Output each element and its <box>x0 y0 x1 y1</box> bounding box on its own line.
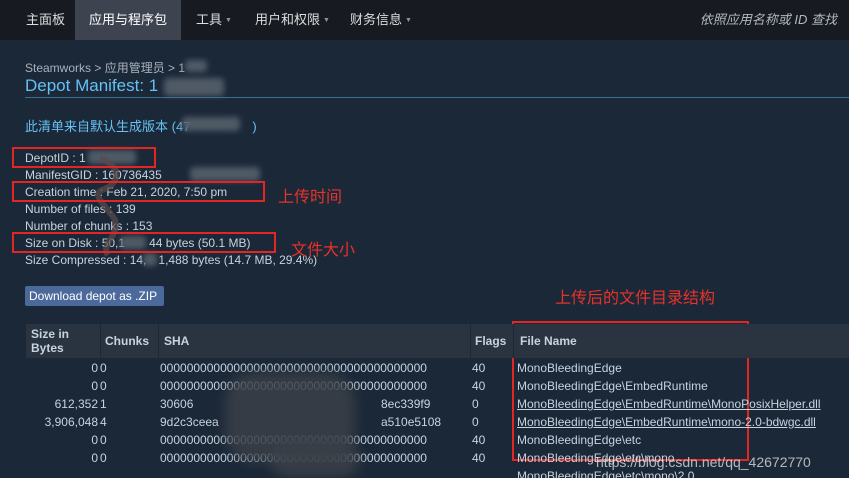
header-chunks[interactable]: Chunks <box>105 334 149 348</box>
cell-size: 612,352 <box>54 397 98 411</box>
header-size[interactable]: Size in Bytes <box>31 327 93 355</box>
size-compressed: Size Compressed : 14, 1,488 bytes (14.7 M… <box>25 253 317 267</box>
nav-tools[interactable]: 工具 ▼ <box>182 0 246 40</box>
annotation-box-depot-id <box>12 147 156 168</box>
cell-flags: 40 <box>472 433 486 447</box>
cell-flags: 40 <box>472 451 486 465</box>
search-placeholder: 依照应用名称或 ID 查找 <box>699 12 837 27</box>
cell-flags: 0 <box>472 397 479 411</box>
build-version-close: ) <box>252 119 257 134</box>
cell-chunks: 0 <box>100 433 107 447</box>
chevron-down-icon: ▼ <box>225 16 232 24</box>
chevron-down-icon: ▼ <box>323 16 330 24</box>
header-flags[interactable]: Flags <box>475 334 506 348</box>
nav-tools-label: 工具 <box>196 12 223 27</box>
redaction <box>190 167 260 181</box>
nav-users-permissions-label: 用户和权限 <box>255 12 321 27</box>
annotation-upload-time: 上传时间 <box>278 189 343 206</box>
cell-flags: 0 <box>472 415 479 429</box>
column-divider <box>513 324 514 358</box>
top-nav: 主面板 应用与程序包 工具 ▼ 用户和权限 ▼ 财务信息 ▼ 依照应用名称或 ID 查… <box>0 0 849 40</box>
redaction-smudge <box>270 440 360 478</box>
cell-file-name: MonoBleedingEdge\etc <box>517 433 642 447</box>
nav-apps-packages[interactable]: 应用与程序包 <box>75 0 182 40</box>
download-zip-button[interactable]: Download depot as .ZIP <box>25 286 164 306</box>
cell-size: 0 <box>91 451 98 465</box>
search-input[interactable]: 依照应用名称或 ID 查找 <box>700 0 837 40</box>
watermark: https://blog.csdn.net/qq_42672770 <box>596 454 811 470</box>
cell-chunks: 1 <box>100 397 107 411</box>
build-version-text: 此清单来自默认生成版本 (47 <box>25 119 191 134</box>
cell-size: 0 <box>91 379 98 393</box>
cell-chunks: 0 <box>100 451 107 465</box>
cell-flags: 40 <box>472 361 486 375</box>
table-row: 3,906,048 4 9d2c3ceea a510e5108 0 MonoBl… <box>26 413 849 431</box>
cell-size: 0 <box>91 433 98 447</box>
file-link[interactable]: MonoBleedingEdge\EmbedRuntime\MonoPosixH… <box>517 395 849 413</box>
file-link[interactable]: MonoBleedingEdge\EmbedRuntime\mono-2.0-b… <box>517 413 849 431</box>
annotation-box-size-on-disk <box>12 232 276 253</box>
table-row: 0 0 000000000000000000000000000000000000… <box>26 431 849 449</box>
table-header <box>26 324 849 358</box>
redaction <box>182 117 240 131</box>
cell-sha-tail: a510e5108 <box>381 415 442 429</box>
cell-file-name: MonoBleedingEdge\EmbedRuntime <box>517 379 708 393</box>
nav-apps-packages-label: 应用与程序包 <box>89 12 168 27</box>
nav-finance-label: 财务信息 <box>350 12 403 27</box>
nav-users-permissions[interactable]: 用户和权限 ▼ <box>241 0 344 40</box>
breadcrumb[interactable]: Steamworks > 应用管理员 > 1 <box>25 59 185 76</box>
table-row: 612,352 1 30606 8ec339f9 0 MonoBleedingE… <box>26 395 849 413</box>
table-row: 0 0 000000000000000000000000000000000000… <box>26 359 849 377</box>
cell-file-name: MonoBleedingEdge <box>517 361 622 375</box>
cell-chunks: 0 <box>100 379 107 393</box>
header-file-name[interactable]: File Name <box>520 334 577 348</box>
annotation-dir-structure: 上传后的文件目录结构 <box>555 290 716 307</box>
cell-size: 0 <box>91 361 98 375</box>
annotation-box-creation-time <box>12 181 265 202</box>
cell-chunks: 4 <box>100 415 107 429</box>
header-sha[interactable]: SHA <box>164 334 189 348</box>
chevron-down-icon: ▼ <box>405 16 412 24</box>
table-row: 0 0 000000000000000000000000000000000000… <box>26 377 849 395</box>
page-title: Depot Manifest: 1 <box>25 76 159 95</box>
redaction <box>185 60 207 72</box>
annotation-file-size: 文件大小 <box>291 242 356 259</box>
cell-size: 3,906,048 <box>44 415 98 429</box>
nav-dashboard[interactable]: 主面板 <box>12 0 79 40</box>
nav-dashboard-label: 主面板 <box>26 12 66 27</box>
nav-finance[interactable]: 财务信息 ▼ <box>336 0 426 40</box>
redaction <box>143 253 157 266</box>
cell-flags: 40 <box>472 379 486 393</box>
cell-chunks: 0 <box>100 361 107 375</box>
redaction <box>164 78 224 96</box>
title-divider <box>25 97 849 98</box>
column-divider <box>100 324 101 358</box>
cell-sha-tail: 8ec339f9 <box>381 397 431 411</box>
column-divider <box>470 324 471 358</box>
column-divider <box>158 324 159 358</box>
